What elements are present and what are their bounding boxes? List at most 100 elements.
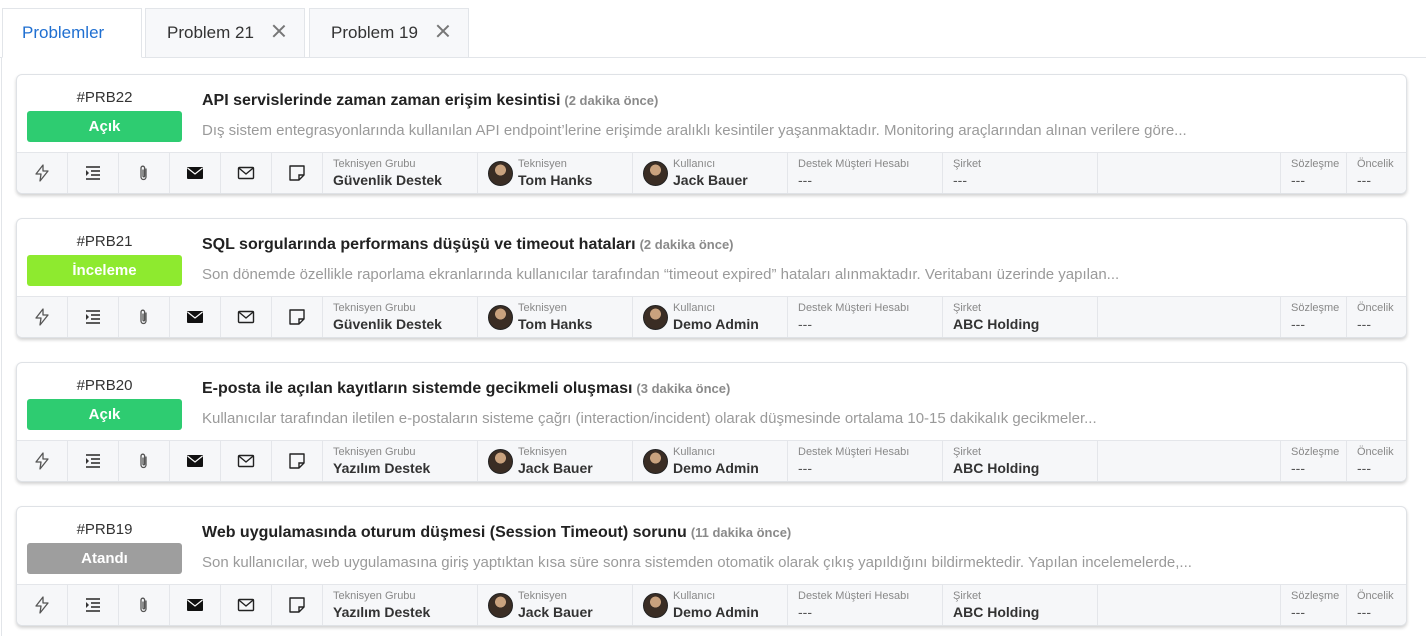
title-row: API servislerinde zaman zaman erişim kes… [202, 92, 658, 110]
list-indent-icon[interactable] [68, 153, 119, 193]
envelope-outline-icon[interactable] [221, 153, 272, 193]
paperclip-icon[interactable] [119, 585, 170, 625]
avatar [488, 593, 513, 618]
technician-field[interactable]: Teknisyen Jack Bauer [478, 585, 633, 625]
field-label: Destek Müşteri Hesabı [798, 158, 910, 170]
priority-field[interactable]: Öncelik --- [1347, 585, 1406, 625]
customer-account-value: --- [798, 460, 812, 476]
tech-group-field[interactable]: Teknisyen Grubu Güvenlik Destek [323, 297, 478, 337]
technician-field[interactable]: Teknisyen Tom Hanks [478, 297, 633, 337]
status-badge: Atandı [27, 543, 182, 574]
field-label: Şirket [953, 302, 982, 314]
company-field[interactable]: Şirket ABC Holding [943, 441, 1098, 481]
problem-code[interactable]: #PRB22 [27, 89, 182, 106]
paperclip-icon[interactable] [119, 153, 170, 193]
title-row: E-posta ile açılan kayıtların sistemde g… [202, 380, 730, 398]
field-label: Teknisyen [518, 158, 567, 170]
field-label: Şirket [953, 446, 982, 458]
technician-value: Tom Hanks [518, 172, 593, 188]
customer-account-field[interactable]: Destek Müşteri Hesabı --- [788, 441, 943, 481]
customer-account-value: --- [798, 604, 812, 620]
problem-code[interactable]: #PRB20 [27, 377, 182, 394]
user-field[interactable]: Kullanıcı Demo Admin [633, 297, 788, 337]
company-field[interactable]: Şirket ABC Holding [943, 585, 1098, 625]
envelope-filled-icon[interactable] [170, 585, 221, 625]
field-label: Sözleşme [1291, 302, 1340, 314]
customer-account-field[interactable]: Destek Müşteri Hesabı --- [788, 297, 943, 337]
problem-code[interactable]: #PRB21 [27, 233, 182, 250]
priority-value: --- [1357, 460, 1371, 476]
customer-account-value: --- [798, 316, 812, 332]
customer-account-field[interactable]: Destek Müşteri Hesabı --- [788, 153, 943, 193]
field-label: Teknisyen Grubu [333, 158, 416, 170]
footer-spacer [1098, 441, 1281, 481]
list-indent-icon[interactable] [68, 297, 119, 337]
envelope-filled-icon[interactable] [170, 297, 221, 337]
status-badge: İnceleme [27, 255, 182, 286]
note-icon[interactable] [272, 297, 323, 337]
contract-field[interactable]: Sözleşme --- [1281, 297, 1347, 337]
priority-field[interactable]: Öncelik --- [1347, 297, 1406, 337]
close-icon[interactable] [272, 24, 286, 38]
field-label: Teknisyen [518, 302, 567, 314]
field-label: Kullanıcı [673, 446, 716, 458]
envelope-filled-icon[interactable] [170, 153, 221, 193]
contract-field[interactable]: Sözleşme --- [1281, 153, 1347, 193]
priority-field[interactable]: Öncelik --- [1347, 153, 1406, 193]
tech-group-field[interactable]: Teknisyen Grubu Güvenlik Destek [323, 153, 478, 193]
time-ago: (2 dakika önce) [639, 237, 734, 252]
customer-account-field[interactable]: Destek Müşteri Hesabı --- [788, 585, 943, 625]
customer-account-value: --- [798, 172, 812, 188]
user-field[interactable]: Kullanıcı Jack Bauer [633, 153, 788, 193]
field-label: Şirket [953, 158, 982, 170]
envelope-outline-icon[interactable] [221, 585, 272, 625]
envelope-outline-icon[interactable] [221, 441, 272, 481]
field-label: Şirket [953, 590, 982, 602]
problem-title[interactable]: SQL sorgularında performans düşüşü ve ti… [202, 236, 636, 253]
user-field[interactable]: Kullanıcı Demo Admin [633, 441, 788, 481]
technician-field[interactable]: Teknisyen Jack Bauer [478, 441, 633, 481]
problem-title[interactable]: E-posta ile açılan kayıtların sistemde g… [202, 380, 632, 397]
note-icon[interactable] [272, 441, 323, 481]
company-field[interactable]: Şirket --- [943, 153, 1098, 193]
close-icon[interactable] [436, 24, 450, 38]
technician-field[interactable]: Teknisyen Tom Hanks [478, 153, 633, 193]
bolt-icon[interactable] [17, 297, 68, 337]
field-label: Teknisyen Grubu [333, 446, 416, 458]
avatar [488, 161, 513, 186]
priority-field[interactable]: Öncelik --- [1347, 441, 1406, 481]
tab-problem-19[interactable]: Problem 19 [309, 8, 469, 58]
problem-title[interactable]: API servislerinde zaman zaman erişim kes… [202, 92, 560, 109]
problem-code[interactable]: #PRB19 [27, 521, 182, 538]
problem-title[interactable]: Web uygulamasında oturum düşmesi (Sessio… [202, 524, 687, 541]
tab-problem-21[interactable]: Problem 21 [145, 8, 305, 58]
field-label: Destek Müşteri Hesabı [798, 590, 910, 602]
list-indent-icon[interactable] [68, 585, 119, 625]
paperclip-icon[interactable] [119, 297, 170, 337]
envelope-filled-icon[interactable] [170, 441, 221, 481]
list-indent-icon[interactable] [68, 441, 119, 481]
paperclip-icon[interactable] [119, 441, 170, 481]
bolt-icon[interactable] [17, 441, 68, 481]
contract-field[interactable]: Sözleşme --- [1281, 441, 1347, 481]
problem-card[interactable]: #PRB19 Atandı Web uygulamasında oturum d… [16, 506, 1407, 626]
problem-card[interactable]: #PRB21 İnceleme SQL sorgularında perform… [16, 218, 1407, 338]
contract-field[interactable]: Sözleşme --- [1281, 585, 1347, 625]
envelope-outline-icon[interactable] [221, 297, 272, 337]
tech-group-field[interactable]: Teknisyen Grubu Yazılım Destek [323, 441, 478, 481]
avatar [643, 161, 668, 186]
user-field[interactable]: Kullanıcı Demo Admin [633, 585, 788, 625]
tab-problemler[interactable]: Problemler [2, 8, 142, 58]
tech-group-field[interactable]: Teknisyen Grubu Yazılım Destek [323, 585, 478, 625]
title-row: SQL sorgularında performans düşüşü ve ti… [202, 236, 734, 254]
tech-group-value: Güvenlik Destek [333, 316, 442, 332]
note-icon[interactable] [272, 153, 323, 193]
bolt-icon[interactable] [17, 153, 68, 193]
bolt-icon[interactable] [17, 585, 68, 625]
company-field[interactable]: Şirket ABC Holding [943, 297, 1098, 337]
technician-value: Tom Hanks [518, 316, 593, 332]
problem-card[interactable]: #PRB20 Açık E-posta ile açılan kayıtları… [16, 362, 1407, 482]
card-footer: Teknisyen Grubu Güvenlik Destek Teknisye… [17, 296, 1406, 337]
problem-card[interactable]: #PRB22 Açık API servislerinde zaman zama… [16, 74, 1407, 194]
note-icon[interactable] [272, 585, 323, 625]
